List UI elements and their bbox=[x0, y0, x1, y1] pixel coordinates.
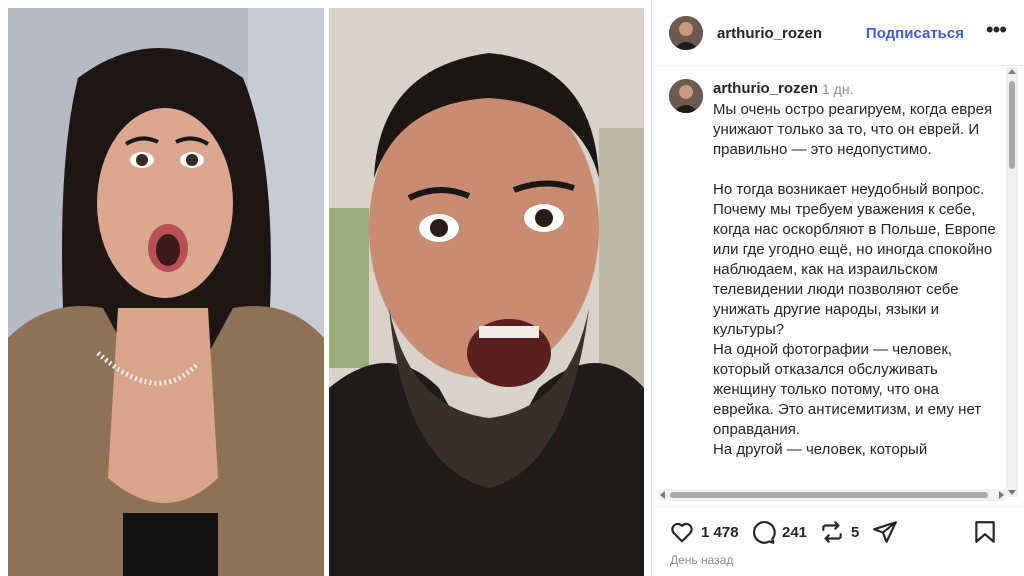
hscrollbar-thumb[interactable] bbox=[670, 492, 988, 498]
follow-button[interactable]: Подписаться bbox=[866, 25, 964, 42]
post-panel: arthurio_rozen Подписаться ••• arthurio_… bbox=[651, 0, 1024, 576]
avatar[interactable] bbox=[669, 16, 703, 50]
heart-icon bbox=[671, 522, 693, 543]
bookmark-icon bbox=[975, 521, 995, 543]
caption-section: arthurio_rozen 1 дн. Мы очень остро реаг… bbox=[652, 67, 1024, 499]
photo-man bbox=[329, 8, 644, 576]
share-icon bbox=[873, 521, 897, 543]
photo-woman bbox=[8, 8, 324, 576]
post-username[interactable]: arthurio_rozen bbox=[717, 25, 822, 42]
caption-time[interactable]: 1 дн. bbox=[822, 81, 853, 97]
caption-username[interactable]: arthurio_rozen bbox=[713, 80, 818, 97]
action-bar: 1 478 241 5 bbox=[652, 506, 1024, 554]
comment-icon bbox=[752, 521, 776, 544]
horizontal-scrollbar[interactable] bbox=[658, 489, 1006, 501]
scroll-down-icon[interactable] bbox=[1008, 490, 1016, 495]
reposts-count: 5 bbox=[851, 523, 860, 541]
more-options-icon[interactable]: ••• bbox=[986, 19, 1007, 41]
post-media bbox=[0, 0, 650, 576]
save-button[interactable] bbox=[972, 519, 998, 545]
likes-count: 1 478 bbox=[701, 523, 739, 541]
post-header: arthurio_rozen Подписаться ••• bbox=[652, 0, 1024, 66]
comments-count: 241 bbox=[782, 523, 808, 541]
like-button[interactable]: 1 478 bbox=[669, 519, 739, 545]
repost-button[interactable]: 5 bbox=[819, 519, 859, 545]
share-button[interactable] bbox=[872, 519, 898, 545]
scrollbar-thumb[interactable] bbox=[1009, 81, 1015, 169]
vertical-scrollbar[interactable] bbox=[1006, 67, 1018, 497]
post-date: День назад bbox=[670, 553, 734, 567]
scroll-right-icon[interactable] bbox=[999, 491, 1004, 499]
scroll-left-icon[interactable] bbox=[660, 491, 665, 499]
repost-icon bbox=[822, 521, 842, 543]
comment-button[interactable]: 241 bbox=[750, 519, 807, 545]
caption-text: Мы очень остро реагируем, когда еврея ун… bbox=[713, 101, 996, 458]
scroll-up-icon[interactable] bbox=[1008, 69, 1016, 74]
caption-avatar[interactable] bbox=[669, 79, 703, 113]
